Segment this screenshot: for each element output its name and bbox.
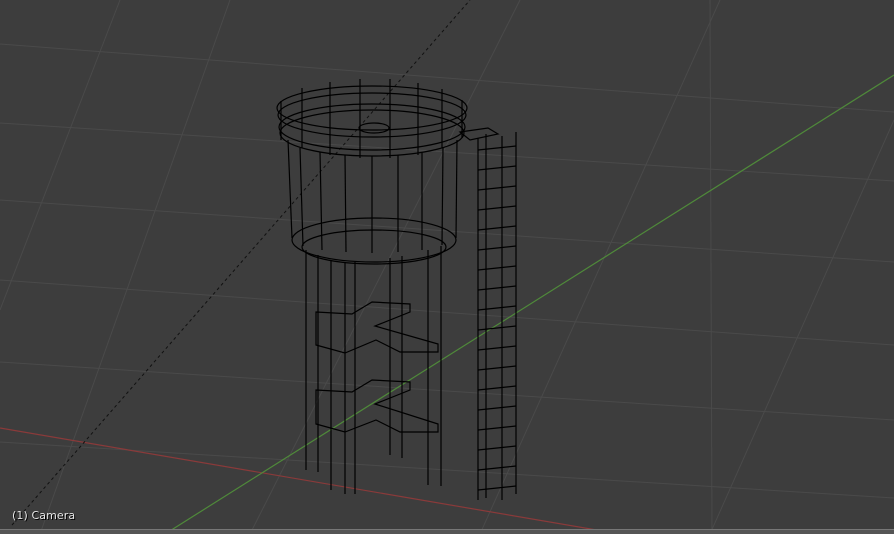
x-axis-line bbox=[0, 427, 621, 534]
active-object-label: (1) Camera bbox=[12, 509, 76, 522]
3d-viewport[interactable]: (1) Camera bbox=[0, 0, 894, 534]
scene-canvas[interactable] bbox=[0, 0, 894, 534]
y-axis-line bbox=[164, 74, 894, 534]
floor-grid bbox=[0, 0, 894, 534]
viewport-bottom-edge bbox=[0, 529, 894, 534]
water-tower-object[interactable] bbox=[276, 79, 517, 500]
